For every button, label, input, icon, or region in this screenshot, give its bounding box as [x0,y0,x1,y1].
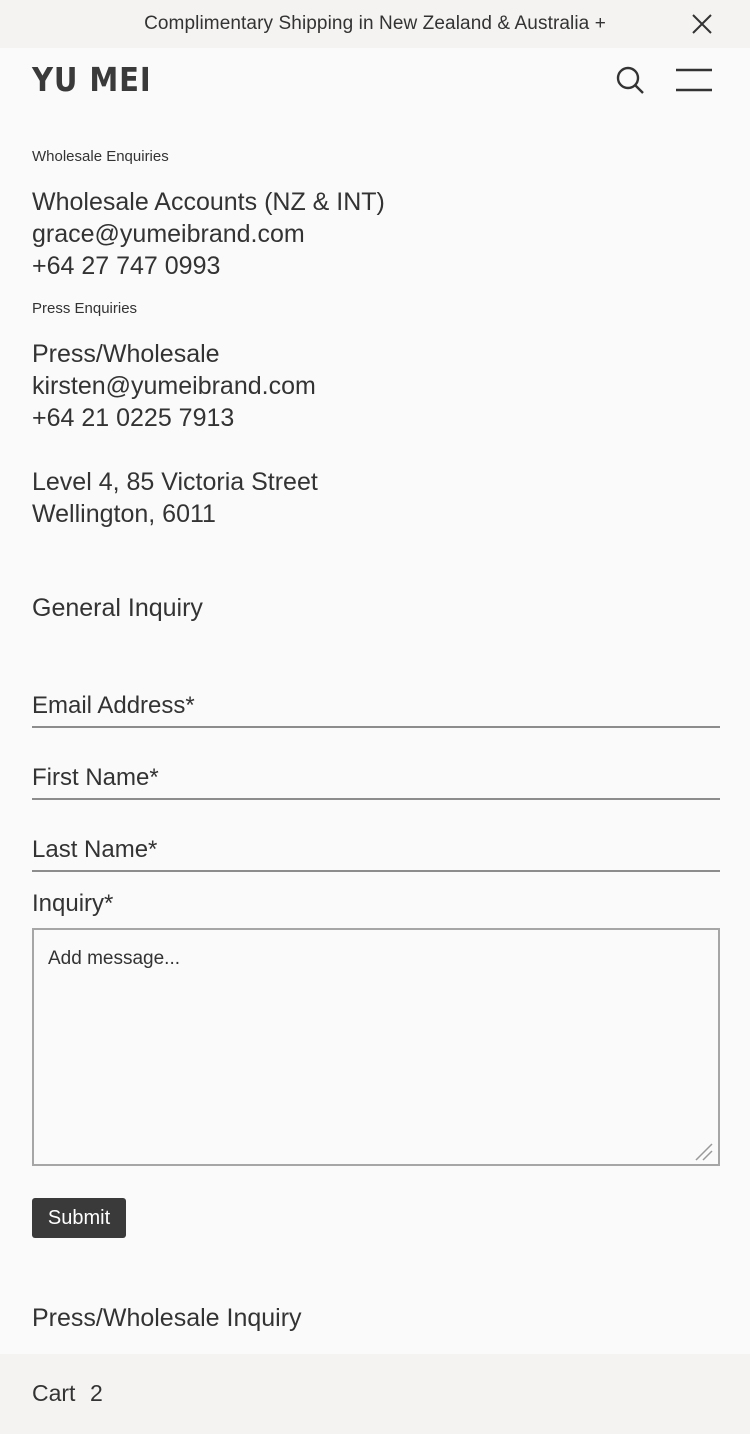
resize-handle-icon[interactable] [690,1138,714,1162]
wholesale-contact: Wholesale Accounts (NZ & INT) grace@yume… [32,186,385,282]
last-name-field-label: Last Name* [32,836,158,863]
hamburger-menu-icon[interactable] [676,68,712,92]
cart-count[interactable]: 2 [90,1380,103,1407]
inquiry-label: Inquiry* [32,890,114,917]
address-block: Level 4, 85 Victoria Street Wellington, … [32,466,318,530]
email-field[interactable]: Email Address* [32,688,720,728]
cart-label[interactable]: Cart [32,1380,75,1407]
press-email[interactable]: kirsten@yumeibrand.com [32,370,316,402]
press-inquiry-title[interactable]: Press/Wholesale Inquiry [32,1304,302,1333]
announcement-text[interactable]: Complimentary Shipping in New Zealand & … [144,13,606,35]
first-name-field[interactable]: First Name* [32,760,720,800]
press-heading: Press Enquiries [32,300,138,317]
address-city: Wellington, 6011 [32,500,216,528]
email-field-label: Email Address* [32,692,195,719]
wholesale-phone[interactable]: +64 27 747 0993 [32,250,385,282]
close-icon[interactable] [690,12,714,36]
press-phone[interactable]: +64 21 0225 7913 [32,402,316,434]
site-header: YU MEI [0,48,750,114]
wholesale-account-line: Wholesale Accounts (NZ & INT) [32,188,385,216]
press-name-line: Press/Wholesale [32,340,220,368]
cart-bar[interactable]: Cart 2 [0,1354,750,1434]
last-name-field[interactable]: Last Name* [32,832,720,872]
general-inquiry-title: General Inquiry [32,594,203,622]
wholesale-email[interactable]: grace@yumeibrand.com [32,218,385,250]
first-name-field-label: First Name* [32,764,159,791]
announcement-bar: Complimentary Shipping in New Zealand & … [0,0,750,48]
submit-button[interactable]: Submit [32,1198,126,1238]
address-street: Level 4, 85 Victoria Street [32,468,318,496]
wholesale-heading: Wholesale Enquiries [32,148,169,165]
brand-logo[interactable]: YU MEI [32,60,152,99]
message-textarea[interactable] [32,928,720,1166]
press-contact: Press/Wholesale kirsten@yumeibrand.com +… [32,338,316,434]
search-icon[interactable] [614,64,646,96]
